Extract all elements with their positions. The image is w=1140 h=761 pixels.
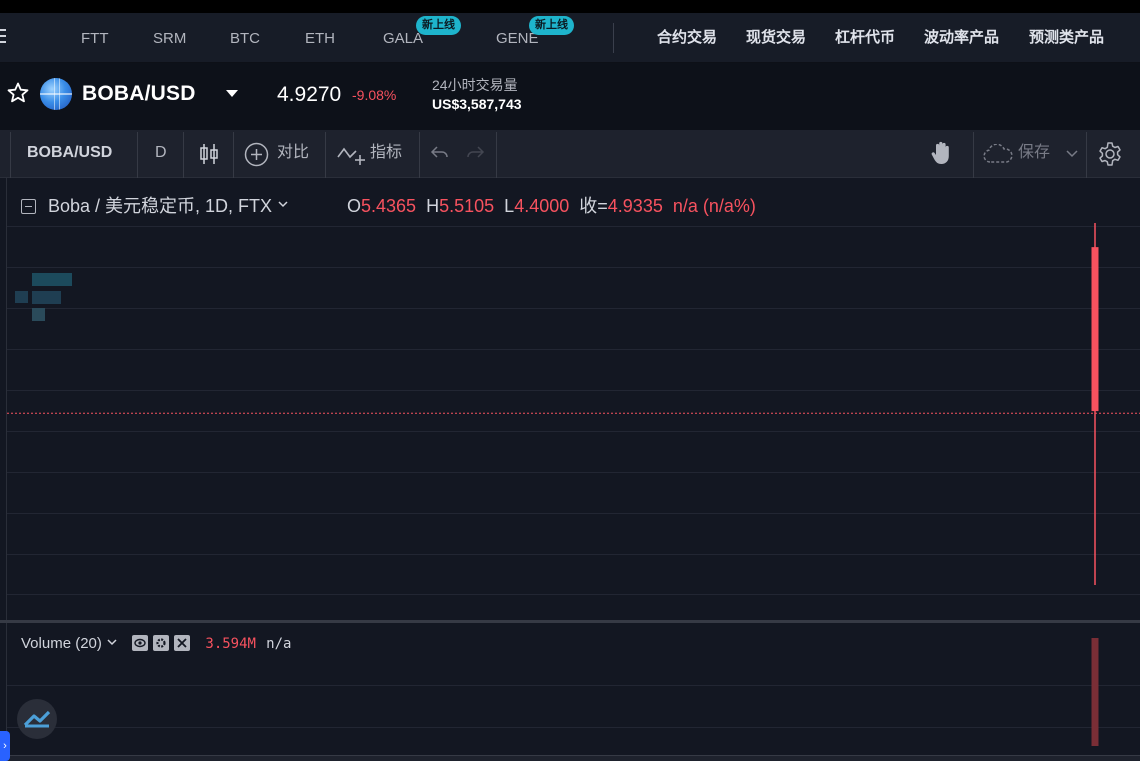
nav-divider xyxy=(613,23,614,53)
volume-label: 24小时交易量 xyxy=(432,77,518,93)
interval-button[interactable]: D xyxy=(155,144,167,162)
pair-name[interactable]: BOBA/USD xyxy=(82,82,196,106)
new-listing-badge: 新上线 xyxy=(529,16,574,35)
nav-volatility[interactable]: 波动率产品 xyxy=(924,29,999,47)
nav-leveraged-tokens[interactable]: 杠杆代币 xyxy=(835,29,895,47)
chart-logo-icon xyxy=(23,710,51,728)
chart-toolbar: BOBA/USD D 对比 指标 保存 xyxy=(0,130,1140,178)
candles-layer xyxy=(7,223,1140,585)
sidebar-toggle[interactable]: › xyxy=(0,731,10,761)
save-button[interactable]: 保存 xyxy=(1018,144,1050,162)
coin-tab-btc[interactable]: BTC xyxy=(230,30,260,48)
menu-icon[interactable] xyxy=(0,29,6,45)
last-price: 4.9270 xyxy=(277,83,342,106)
star-icon[interactable] xyxy=(6,81,30,105)
chevron-down-icon[interactable] xyxy=(226,90,238,97)
indicators-icon[interactable] xyxy=(337,143,367,167)
volume-value: US$3,587,743 xyxy=(432,96,522,112)
price-chart[interactable]: Boba / 美元稳定币, 1D, FTX O5.4365 H5.5105 L4… xyxy=(6,178,1140,622)
redo-icon[interactable] xyxy=(465,144,485,162)
volume-bar[interactable] xyxy=(1091,638,1099,746)
candle-body[interactable] xyxy=(1091,247,1099,412)
hand-icon[interactable] xyxy=(929,140,953,166)
candle-style-icon[interactable] xyxy=(199,142,219,166)
volume-pane[interactable]: Volume (20) 3.594M n/a xyxy=(6,623,1140,755)
coin-tab-srm[interactable]: SRM xyxy=(153,30,186,48)
ticker-bar: BOBA/USD 4.9270 -9.08% 24小时交易量 US$3,587,… xyxy=(0,63,1140,130)
coin-tab-ftt[interactable]: FTT xyxy=(81,30,109,48)
coin-logo-icon xyxy=(40,78,72,110)
tradingview-logo-button[interactable] xyxy=(17,699,57,739)
toolbar-divider xyxy=(137,132,138,178)
toolbar-divider xyxy=(183,132,184,178)
top-strip xyxy=(0,0,1140,13)
toolbar-divider xyxy=(10,132,11,178)
volume-bars-layer xyxy=(1091,638,1099,746)
nav-futures[interactable]: 合约交易 xyxy=(657,29,717,47)
toolbar-divider xyxy=(1086,132,1087,178)
chevron-down-icon[interactable] xyxy=(1066,150,1078,158)
toolbar-divider xyxy=(419,132,420,178)
time-axis-strip xyxy=(0,755,1140,761)
indicators-button[interactable]: 指标 xyxy=(370,144,402,162)
nav-spot[interactable]: 现货交易 xyxy=(746,29,806,47)
top-nav: FTT SRM BTC ETH GALA 新上线 GENE 新上线 合约交易 现… xyxy=(0,13,1140,63)
gear-icon[interactable] xyxy=(1097,141,1123,167)
price-change: -9.08% xyxy=(352,87,397,103)
coin-tab-gala[interactable]: GALA xyxy=(383,30,423,48)
compare-button[interactable]: 对比 xyxy=(277,144,309,162)
toolbar-divider xyxy=(496,132,497,178)
coin-tab-eth[interactable]: ETH xyxy=(305,30,335,48)
cloud-icon[interactable] xyxy=(982,144,1014,164)
nav-prediction[interactable]: 预测类产品 xyxy=(1029,29,1104,47)
symbol-search-button[interactable]: BOBA/USD xyxy=(27,144,112,162)
toolbar-divider xyxy=(973,132,974,178)
undo-icon[interactable] xyxy=(430,144,450,162)
toolbar-divider xyxy=(325,132,326,178)
compare-plus-icon[interactable] xyxy=(244,142,269,167)
new-listing-badge: 新上线 xyxy=(416,16,461,35)
toolbar-divider xyxy=(233,132,234,178)
